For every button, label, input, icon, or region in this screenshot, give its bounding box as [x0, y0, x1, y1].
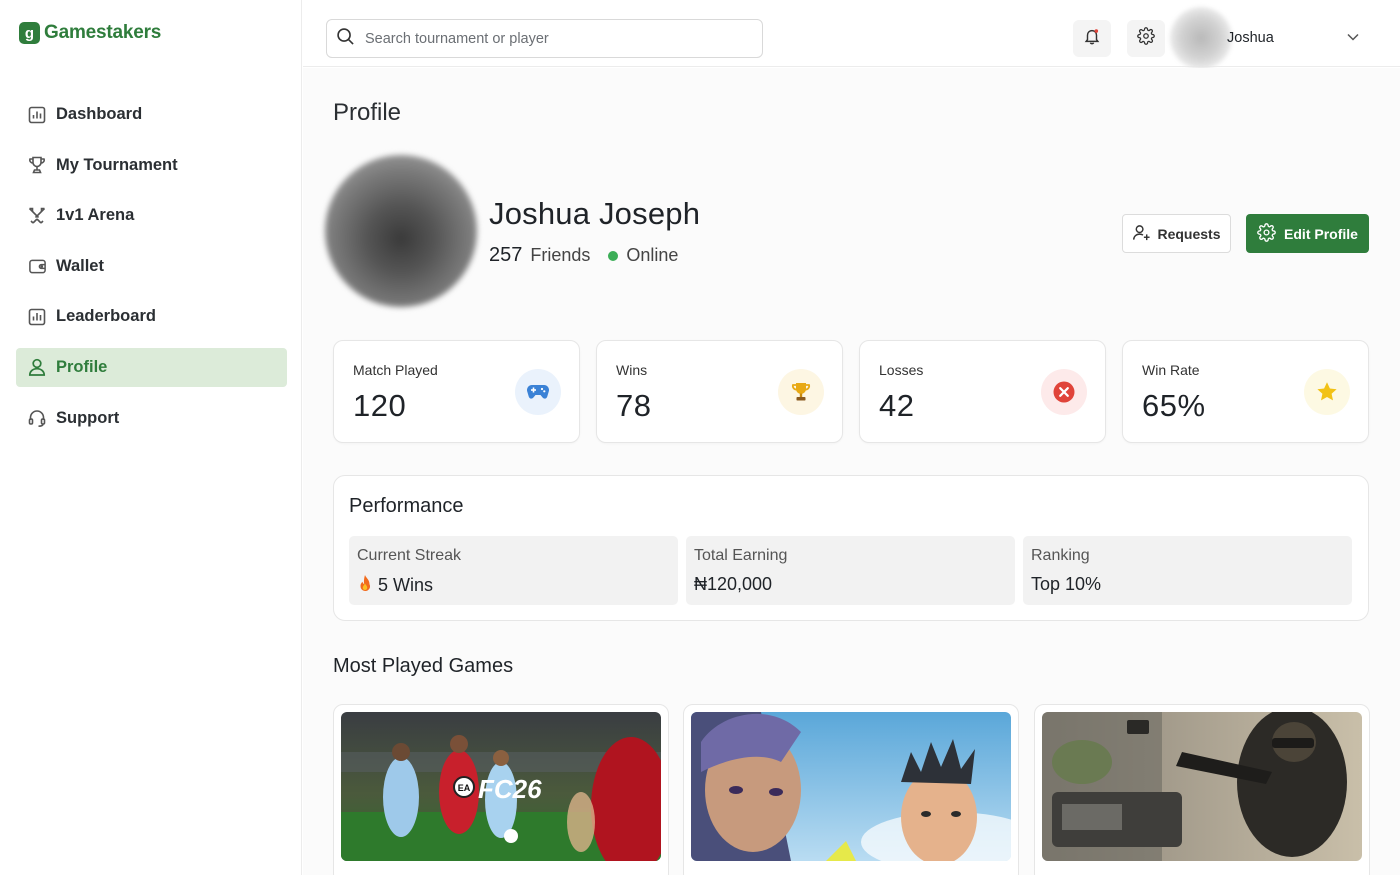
sidebar-item-label: Wallet: [56, 256, 104, 275]
stat-label: Wins: [616, 362, 648, 378]
main-content: Profile Joshua Joseph 257 Friends Online…: [303, 68, 1400, 875]
online-status: Online: [626, 245, 679, 265]
sidebar-item-support[interactable]: Support: [16, 399, 287, 438]
perf-value: ₦120,000: [694, 574, 773, 594]
sidebar-item-dashboard[interactable]: Dashboard: [16, 95, 287, 134]
profile-name: Joshua Joseph: [489, 196, 701, 231]
gear-icon: [1257, 222, 1276, 245]
requests-label: Requests: [1157, 225, 1221, 242]
sidebar-item-1v1-arena[interactable]: 1v1 Arena: [16, 196, 287, 235]
game-title-art: FC26: [478, 774, 542, 804]
sidebar-item-my-tournament[interactable]: My Tournament: [16, 146, 287, 185]
user-icon: [27, 357, 47, 377]
add-user-icon: [1132, 223, 1151, 245]
sidebar-item-label: Profile: [56, 357, 108, 376]
trophy-icon: [27, 155, 47, 175]
perf-value: Top 10%: [1031, 574, 1102, 594]
sidebar: g Gamestakers Dashboard My Tournament 1v…: [0, 0, 302, 875]
most-played-title: Most Played Games: [333, 655, 514, 677]
game-card-2[interactable]: [683, 704, 1019, 875]
stat-value: 120: [353, 388, 407, 423]
edit-profile-button[interactable]: Edit Profile: [1246, 214, 1369, 253]
sidebar-item-label: 1v1 Arena: [56, 206, 135, 225]
gear-icon: [1137, 27, 1155, 50]
game-cover-image: [1042, 712, 1362, 861]
brand-logo[interactable]: g Gamestakers: [19, 22, 161, 44]
game-cover-image: [691, 712, 1011, 861]
sidebar-item-label: Support: [56, 408, 120, 427]
profile-avatar: [325, 155, 477, 307]
perf-current-streak: Current Streak 5 Wins: [349, 536, 678, 605]
headset-icon: [27, 408, 47, 428]
edit-profile-label: Edit Profile: [1284, 225, 1358, 242]
game-cover-image: EA FC26: [341, 712, 661, 861]
header-user-name[interactable]: Joshua: [1227, 30, 1274, 46]
perf-label: Current Streak: [357, 547, 462, 564]
chevron-down-icon[interactable]: [1346, 30, 1360, 49]
perf-ranking: Ranking Top 10%: [1023, 536, 1352, 605]
performance-title: Performance: [349, 495, 464, 517]
notifications-button[interactable]: [1073, 20, 1111, 57]
profile-meta: 257 Friends Online: [489, 244, 678, 267]
leaderboard-icon: [27, 307, 47, 327]
user-avatar[interactable]: [1170, 7, 1232, 69]
stat-card-wins: Wins 78: [596, 340, 843, 443]
fire-icon: [357, 574, 373, 597]
publisher-badge: EA: [458, 783, 471, 793]
logo-mark-icon: g: [19, 22, 40, 44]
perf-label: Total Earning: [694, 547, 788, 564]
sidebar-nav: Dashboard My Tournament 1v1 Arena Wallet…: [16, 95, 287, 449]
sidebar-item-label: Leaderboard: [56, 307, 156, 326]
requests-button[interactable]: Requests: [1122, 214, 1231, 253]
online-status-dot: [608, 250, 619, 261]
stat-value: 78: [616, 388, 652, 423]
perf-total-earning: Total Earning ₦120,000: [686, 536, 1015, 605]
game-card-3[interactable]: [1034, 704, 1370, 875]
wallet-icon: [27, 256, 47, 276]
sidebar-item-profile[interactable]: Profile: [16, 347, 287, 387]
perf-value-text: 5 Wins: [378, 575, 434, 595]
friends-count: 257: [489, 244, 523, 266]
trophy-icon: [778, 369, 824, 415]
gamepad-icon: [515, 369, 561, 415]
bell-icon: [1083, 27, 1101, 50]
game-card-fc26[interactable]: EA FC26: [333, 704, 669, 875]
stat-card-matches: Match Played 120: [333, 340, 580, 443]
sidebar-item-label: Dashboard: [56, 105, 143, 123]
performance-panel: Performance Current Streak 5 Wins Total …: [333, 475, 1369, 621]
friends-label: Friends: [530, 245, 591, 265]
page-title: Profile: [333, 99, 402, 126]
stat-card-win-rate: Win Rate 65%: [1122, 340, 1369, 443]
stat-card-losses: Losses 42: [859, 340, 1106, 443]
star-icon: [1304, 369, 1350, 415]
sidebar-item-label: My Tournament: [56, 155, 178, 174]
stat-label: Win Rate: [1142, 362, 1200, 378]
sidebar-item-wallet[interactable]: Wallet: [16, 247, 287, 286]
top-header: Joshua: [303, 0, 1400, 69]
x-circle-icon: [1041, 369, 1087, 415]
swords-icon: [27, 206, 47, 226]
stat-value: 65%: [1142, 388, 1206, 423]
stat-label: Match Played: [353, 362, 438, 378]
settings-button[interactable]: [1127, 20, 1165, 57]
search-input[interactable]: [365, 30, 745, 47]
stat-label: Losses: [879, 362, 924, 378]
brand-name: Gamestakers: [44, 22, 162, 43]
sidebar-item-leaderboard[interactable]: Leaderboard: [16, 297, 287, 336]
perf-value: 5 Wins: [357, 574, 433, 597]
search-bar[interactable]: [326, 19, 763, 58]
perf-label: Ranking: [1031, 547, 1090, 564]
chart-icon: [27, 105, 47, 125]
search-icon: [336, 27, 355, 51]
stat-value: 42: [879, 388, 915, 423]
